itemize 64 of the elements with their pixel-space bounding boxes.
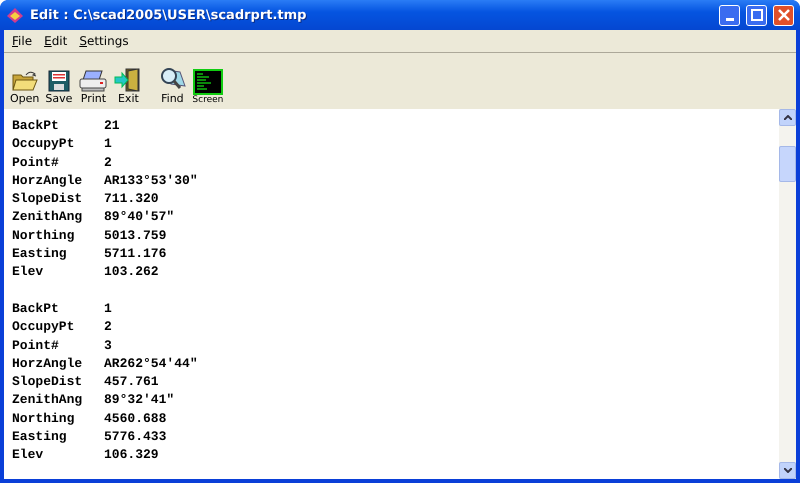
field-label: SlopeDist — [12, 373, 84, 392]
terminal-screen-icon — [192, 69, 223, 95]
field-label: Elev — [12, 446, 44, 464]
toolbar-button[interactable]: Print — [76, 70, 110, 105]
field-value: 103.262 — [104, 263, 159, 282]
scrollbar[interactable] — [779, 109, 796, 479]
magnifier-icon — [158, 66, 186, 92]
field-value: 4560.688 — [104, 410, 166, 428]
menu-item[interactable]: File — [8, 34, 36, 48]
field-value: 5711.176 — [104, 245, 166, 264]
field-label: BackPt — [12, 117, 60, 135]
caret-down-icon — [784, 468, 792, 473]
menu-item[interactable]: Settings — [75, 34, 133, 48]
field-value: 3 — [104, 336, 112, 355]
field-value: 1 — [104, 135, 112, 154]
field-value: 5776.433 — [104, 428, 166, 446]
menu-item[interactable]: Edit — [40, 34, 72, 48]
toolbar-button[interactable]: Save — [43, 70, 74, 105]
field-value: 5013.759 — [104, 226, 166, 245]
field-label: SlopeDist — [12, 190, 84, 208]
scroll-down-button[interactable] — [779, 462, 796, 479]
field-value: AR262°54'44" — [104, 354, 198, 373]
scroll-up-button[interactable] — [779, 109, 796, 126]
field-label: BackPt — [12, 300, 60, 318]
field-label: ZenithAng — [12, 208, 84, 226]
window-title: Edit : C:\scad2005\USER\scadrprt.tmp — [30, 8, 308, 22]
field-value: 89°40'57" — [104, 208, 174, 226]
field-value: 711.320 — [104, 190, 159, 208]
field-value: 106.329 — [104, 446, 159, 464]
caret-up-icon — [784, 115, 792, 120]
maximize-icon — [750, 9, 762, 21]
minimize-icon — [726, 18, 734, 20]
minimize-button[interactable] — [719, 4, 740, 26]
field-label: Easting — [12, 428, 68, 446]
scroll-thumb[interactable] — [779, 146, 796, 182]
toolbar-button[interactable]: Find — [156, 66, 188, 105]
field-label: Point# — [12, 336, 60, 355]
field-value: 1 — [104, 300, 112, 318]
field-value: 2 — [104, 318, 112, 336]
toolbar-button[interactable]: Screen — [190, 69, 226, 105]
field-label: ZenithAng — [12, 391, 84, 410]
maximize-button[interactable] — [746, 4, 767, 26]
toolbar-button[interactable]: Open — [8, 70, 42, 105]
field-label: Northing — [12, 410, 76, 428]
field-label: HorzAngle — [12, 172, 84, 190]
close-button[interactable] — [773, 4, 794, 26]
toolbar-button[interactable]: Exit — [112, 68, 144, 105]
field-value: 2 — [104, 154, 112, 172]
field-label: HorzAngle — [12, 354, 84, 373]
field-label: Easting — [12, 245, 68, 264]
field-label: Northing — [12, 226, 76, 245]
field-label: Point# — [12, 154, 60, 172]
field-label: OccupyPt — [12, 318, 76, 336]
printer-icon — [78, 70, 108, 92]
field-label: Elev — [12, 263, 44, 282]
close-icon — [778, 9, 790, 21]
field-value: 21 — [104, 117, 120, 135]
field-value: AR133°53'30" — [104, 172, 198, 190]
exit-door-icon — [114, 68, 142, 92]
field-value: 89°32'41" — [104, 391, 174, 410]
field-label: OccupyPt — [12, 135, 76, 154]
app-icon — [6, 6, 24, 24]
folder-icon — [12, 70, 38, 92]
field-value: 457.761 — [104, 373, 159, 392]
